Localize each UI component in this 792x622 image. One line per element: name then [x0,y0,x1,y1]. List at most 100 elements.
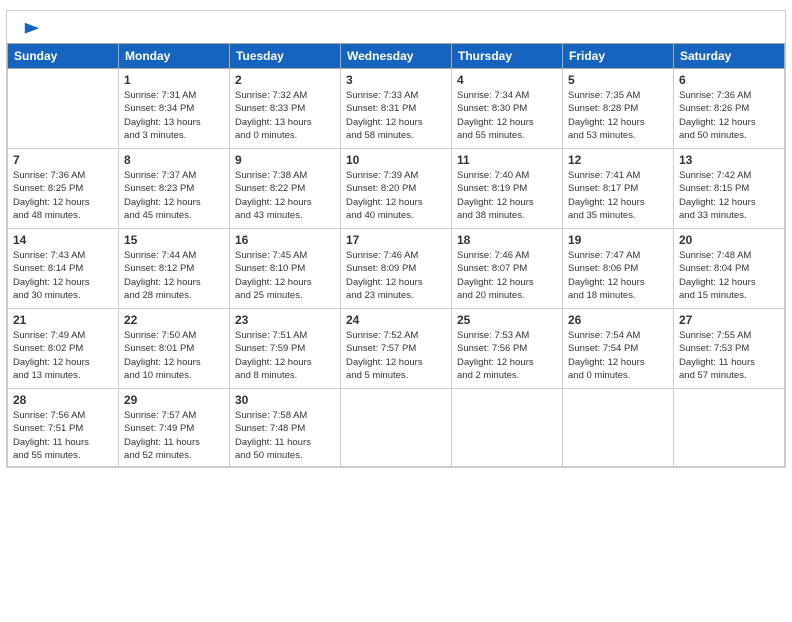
col-header-sunday: Sunday [8,44,119,69]
calendar-cell: 29 Sunrise: 7:57 AMSunset: 7:49 PMDayligh… [119,389,230,467]
day-number: 30 [235,393,335,407]
calendar-cell: 27 Sunrise: 7:55 AMSunset: 7:53 PMDayligh… [674,309,785,389]
calendar-cell: 30 Sunrise: 7:58 AMSunset: 7:48 PMDayligh… [230,389,341,467]
calendar-cell: 10Sunrise: 7:39 AMSunset: 8:20 PMDayligh… [341,149,452,229]
day-info: Sunrise: 7:36 AMSunset: 8:26 PMDaylight:… [679,89,779,142]
day-info: Sunrise: 7:55 AMSunset: 7:53 PMDaylight:… [679,329,779,382]
day-info: Sunrise: 7:33 AMSunset: 8:31 PMDaylight:… [346,89,446,142]
calendar-cell [563,389,674,467]
calendar-cell: 23 Sunrise: 7:51 AMSunset: 7:59 PMDayligh… [230,309,341,389]
calendar-cell: 7 Sunrise: 7:36 AMSunset: 8:25 PMDaylight… [8,149,119,229]
day-number: 7 [13,153,113,167]
logo-flag-icon [23,21,41,39]
day-number: 18 [457,233,557,247]
header [7,11,785,43]
day-number: 28 [13,393,113,407]
calendar-cell [341,389,452,467]
calendar-cell: 21 Sunrise: 7:49 AMSunset: 8:02 PMDayligh… [8,309,119,389]
day-info: Sunrise: 7:36 AMSunset: 8:25 PMDaylight:… [13,169,113,222]
calendar-cell: 1Sunrise: 7:31 AMSunset: 8:34 PMDaylight… [119,69,230,149]
calendar-cell: 13 Sunrise: 7:42 AMSunset: 8:15 PMDayligh… [674,149,785,229]
day-info: Sunrise: 7:32 AMSunset: 8:33 PMDaylight:… [235,89,335,142]
day-info: Sunrise: 7:49 AMSunset: 8:02 PMDaylight:… [13,329,113,382]
day-number: 9 [235,153,335,167]
day-number: 26 [568,313,668,327]
day-info: Sunrise: 7:58 AMSunset: 7:48 PMDaylight:… [235,409,335,462]
day-info: Sunrise: 7:50 AMSunset: 8:01 PMDaylight:… [124,329,224,382]
calendar-cell: 16 Sunrise: 7:45 AMSunset: 8:10 PMDayligh… [230,229,341,309]
logo-text [21,21,41,39]
day-number: 29 [124,393,224,407]
day-info: Sunrise: 7:56 AMSunset: 7:51 PMDaylight:… [13,409,113,462]
calendar-cell: 9 Sunrise: 7:38 AMSunset: 8:22 PMDaylight… [230,149,341,229]
day-info: Sunrise: 7:38 AMSunset: 8:22 PMDaylight:… [235,169,335,222]
day-info: Sunrise: 7:53 AMSunset: 7:56 PMDaylight:… [457,329,557,382]
calendar-header-row: SundayMondayTuesdayWednesdayThursdayFrid… [8,44,785,69]
day-number: 8 [124,153,224,167]
calendar-cell: 17 Sunrise: 7:46 AMSunset: 8:09 PMDayligh… [341,229,452,309]
day-info: Sunrise: 7:47 AMSunset: 8:06 PMDaylight:… [568,249,668,302]
calendar-cell [452,389,563,467]
calendar-cell: 12 Sunrise: 7:41 AMSunset: 8:17 PMDayligh… [563,149,674,229]
calendar-cell [674,389,785,467]
day-number: 22 [124,313,224,327]
calendar-cell: 14Sunrise: 7:43 AMSunset: 8:14 PMDayligh… [8,229,119,309]
day-info: Sunrise: 7:40 AMSunset: 8:19 PMDaylight:… [457,169,557,222]
day-number: 4 [457,73,557,87]
day-info: Sunrise: 7:54 AMSunset: 7:54 PMDaylight:… [568,329,668,382]
calendar-cell: 25 Sunrise: 7:53 AMSunset: 7:56 PMDayligh… [452,309,563,389]
calendar-cell: 4 Sunrise: 7:34 AMSunset: 8:30 PMDaylight… [452,69,563,149]
col-header-monday: Monday [119,44,230,69]
day-number: 27 [679,313,779,327]
calendar-cell: 20 Sunrise: 7:48 AMSunset: 8:04 PMDayligh… [674,229,785,309]
day-info: Sunrise: 7:46 AMSunset: 8:07 PMDaylight:… [457,249,557,302]
col-header-friday: Friday [563,44,674,69]
day-info: Sunrise: 7:41 AMSunset: 8:17 PMDaylight:… [568,169,668,222]
day-info: Sunrise: 7:42 AMSunset: 8:15 PMDaylight:… [679,169,779,222]
calendar-cell: 18 Sunrise: 7:46 AMSunset: 8:07 PMDayligh… [452,229,563,309]
calendar-cell: 24Sunrise: 7:52 AMSunset: 7:57 PMDayligh… [341,309,452,389]
calendar-cell: 19 Sunrise: 7:47 AMSunset: 8:06 PMDayligh… [563,229,674,309]
week-row-5: 28 Sunrise: 7:56 AMSunset: 7:51 PMDayligh… [8,389,785,467]
calendar-cell: 2Sunrise: 7:32 AMSunset: 8:33 PMDaylight… [230,69,341,149]
day-number: 25 [457,313,557,327]
day-info: Sunrise: 7:46 AMSunset: 8:09 PMDaylight:… [346,249,446,302]
calendar-cell: 3 Sunrise: 7:33 AMSunset: 8:31 PMDaylight… [341,69,452,149]
calendar-cell: 5Sunrise: 7:35 AMSunset: 8:28 PMDaylight… [563,69,674,149]
day-number: 21 [13,313,113,327]
day-info: Sunrise: 7:57 AMSunset: 7:49 PMDaylight:… [124,409,224,462]
day-number: 16 [235,233,335,247]
day-number: 19 [568,233,668,247]
calendar-cell: 15Sunrise: 7:44 AMSunset: 8:12 PMDayligh… [119,229,230,309]
col-header-tuesday: Tuesday [230,44,341,69]
calendar-cell: 22 Sunrise: 7:50 AMSunset: 8:01 PMDayligh… [119,309,230,389]
day-number: 13 [679,153,779,167]
day-info: Sunrise: 7:45 AMSunset: 8:10 PMDaylight:… [235,249,335,302]
week-row-2: 7 Sunrise: 7:36 AMSunset: 8:25 PMDaylight… [8,149,785,229]
calendar-table: SundayMondayTuesdayWednesdayThursdayFrid… [7,43,785,467]
day-number: 17 [346,233,446,247]
logo [21,21,41,37]
calendar-cell: 6Sunrise: 7:36 AMSunset: 8:26 PMDaylight… [674,69,785,149]
day-number: 10 [346,153,446,167]
day-info: Sunrise: 7:48 AMSunset: 8:04 PMDaylight:… [679,249,779,302]
week-row-3: 14Sunrise: 7:43 AMSunset: 8:14 PMDayligh… [8,229,785,309]
day-info: Sunrise: 7:51 AMSunset: 7:59 PMDaylight:… [235,329,335,382]
day-number: 23 [235,313,335,327]
day-number: 24 [346,313,446,327]
week-row-4: 21 Sunrise: 7:49 AMSunset: 8:02 PMDayligh… [8,309,785,389]
day-number: 3 [346,73,446,87]
col-header-wednesday: Wednesday [341,44,452,69]
day-number: 14 [13,233,113,247]
day-info: Sunrise: 7:44 AMSunset: 8:12 PMDaylight:… [124,249,224,302]
day-info: Sunrise: 7:34 AMSunset: 8:30 PMDaylight:… [457,89,557,142]
day-number: 11 [457,153,557,167]
calendar-container: SundayMondayTuesdayWednesdayThursdayFrid… [6,10,786,468]
day-info: Sunrise: 7:35 AMSunset: 8:28 PMDaylight:… [568,89,668,142]
calendar-cell: 8 Sunrise: 7:37 AMSunset: 8:23 PMDaylight… [119,149,230,229]
day-number: 12 [568,153,668,167]
week-row-1: 1Sunrise: 7:31 AMSunset: 8:34 PMDaylight… [8,69,785,149]
day-number: 1 [124,73,224,87]
day-info: Sunrise: 7:37 AMSunset: 8:23 PMDaylight:… [124,169,224,222]
day-number: 20 [679,233,779,247]
